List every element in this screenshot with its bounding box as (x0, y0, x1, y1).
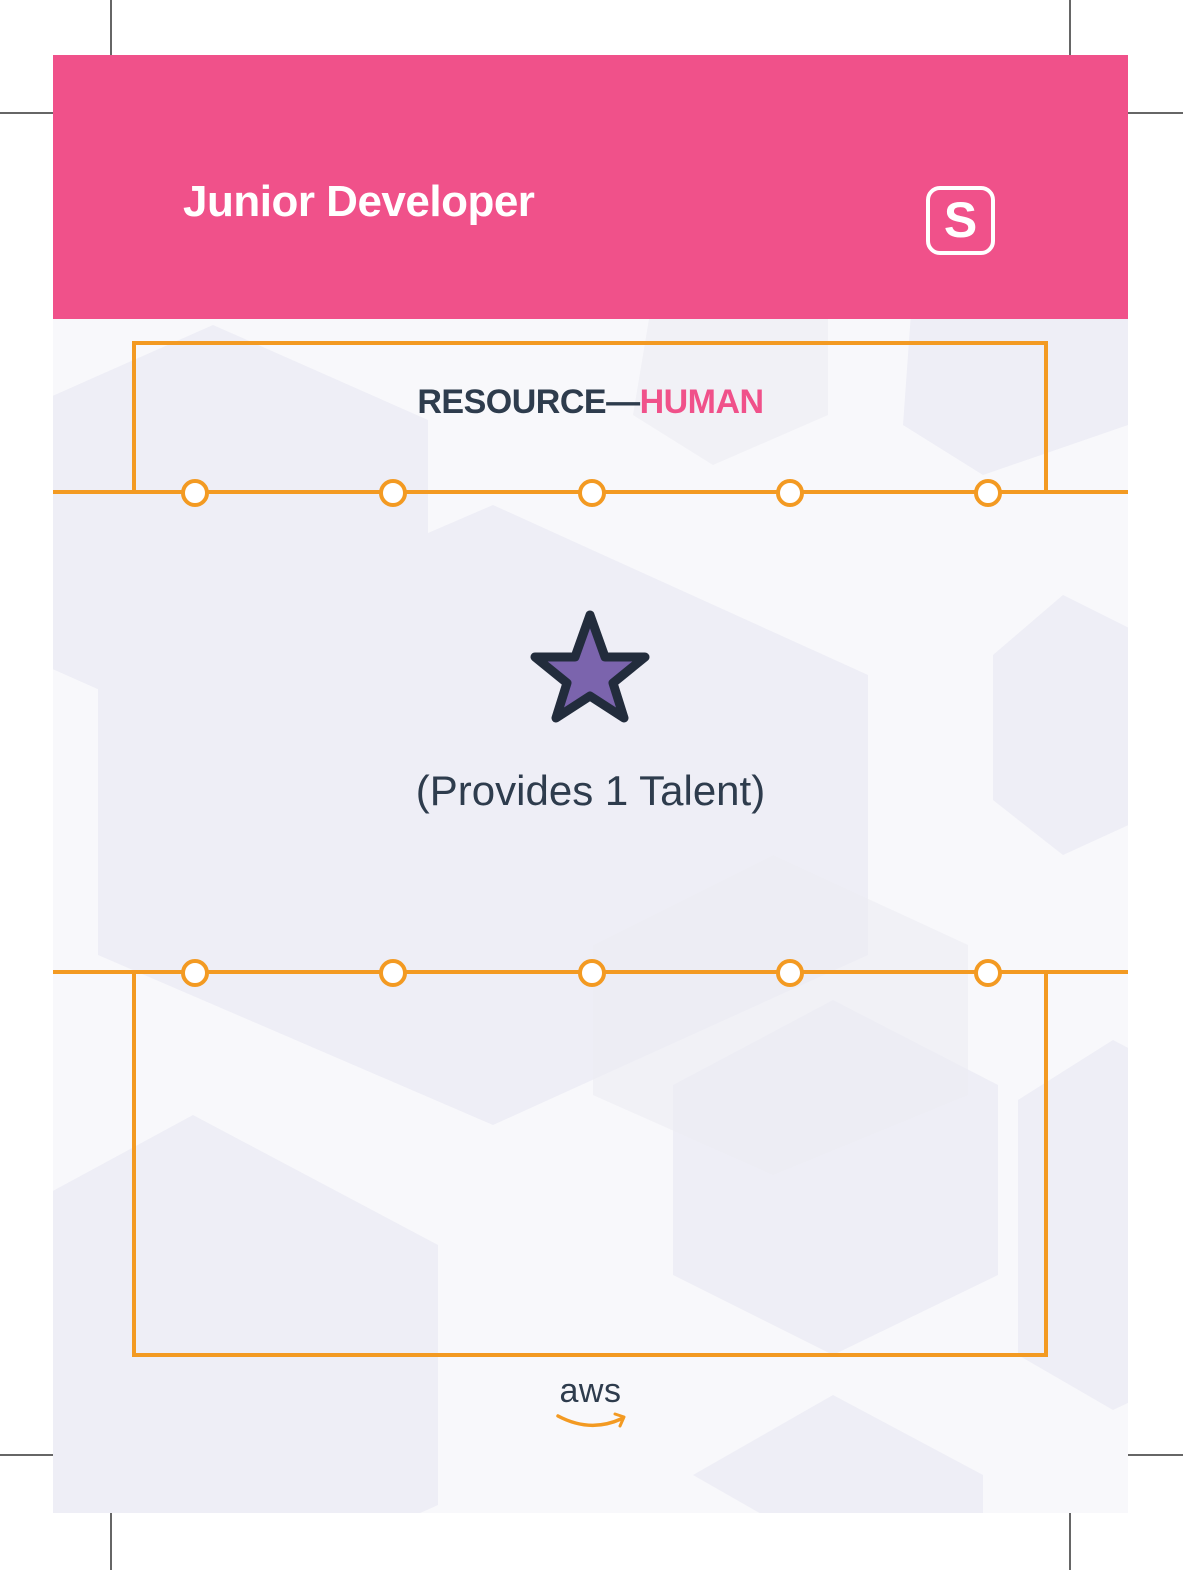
card-page: Junior Developer S RESOURCE—HUMAN (Provi… (0, 0, 1183, 1570)
game-card: Junior Developer S RESOURCE—HUMAN (Provi… (53, 55, 1128, 1513)
aws-smile-icon (556, 1412, 626, 1428)
